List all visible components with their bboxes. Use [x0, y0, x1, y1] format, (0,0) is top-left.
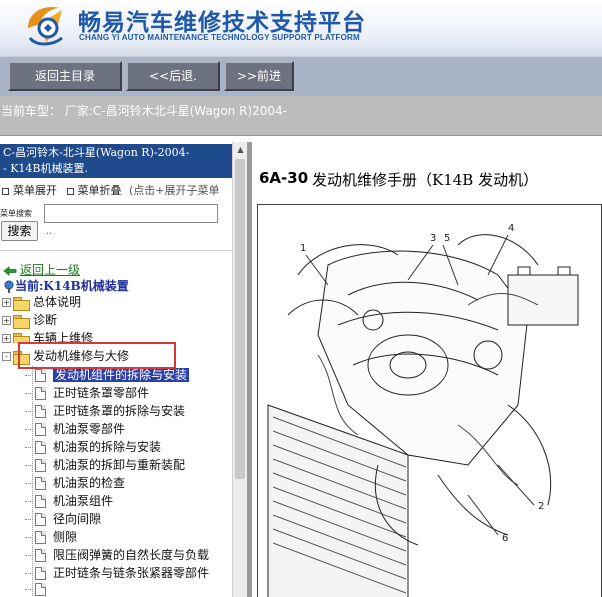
scroll-up-icon[interactable]: ▲: [233, 142, 248, 157]
document-icon: [35, 369, 46, 382]
engine-illustration: 1 2 3 4 5 6: [267, 223, 579, 597]
app-header: 畅易汽车维修技术支持平台 CHANG YI AUTO MAINTENANCE T…: [0, 0, 602, 56]
document-icon: [35, 405, 46, 418]
page-title: 发动机维修手册（K14B 发动机）: [312, 171, 539, 189]
tree-folder[interactable]: + 车辆上维修: [2, 329, 93, 343]
tree-item[interactable]: 正时链条罩的拆除与安装: [25, 402, 185, 420]
engine-diagram: 1 2 3 4 5 6: [257, 204, 602, 597]
expand-toggle-icon[interactable]: +: [2, 334, 11, 343]
brand-logo-icon: [28, 6, 63, 46]
tree-item[interactable]: [25, 582, 53, 597]
callout-2: 2: [538, 501, 544, 512]
document-icon: [35, 583, 46, 596]
page-number: 6A-30: [259, 169, 309, 187]
tree-item[interactable]: 径向间隙: [25, 510, 101, 528]
tree-item[interactable]: 机油泵组件: [25, 492, 113, 510]
callout-4: 4: [508, 223, 514, 234]
tree-folder[interactable]: + 总体说明: [2, 293, 81, 311]
tree-item[interactable]: 机油泵的拆卸与重新装配: [25, 456, 185, 474]
tree-item[interactable]: 限压阀弹簧的自然长度与负载: [25, 546, 209, 564]
back-button[interactable]: <<后退.: [126, 61, 220, 91]
document-icon: [35, 477, 46, 490]
expand-checkbox-icon: [2, 187, 9, 195]
document-icon: [35, 495, 46, 508]
menu-controls: 菜单展开 菜单折叠 (点击+展开子菜单: [0, 182, 232, 198]
brand-subtitle: CHANG YI AUTO MAINTENANCE TECHNOLOGY SUP…: [79, 33, 360, 42]
tree-item[interactable]: 正时链条罩零部件: [25, 384, 149, 402]
callout-5: 5: [444, 233, 450, 244]
search-label: 菜单搜索: [0, 209, 32, 218]
search-dots: ..: [46, 226, 53, 237]
model-header: C-昌河铃木-北斗星(Wagon R)-2004- - K14B机械装置.: [0, 144, 232, 178]
tree-folder[interactable]: + 诊断: [2, 311, 57, 329]
tree-item[interactable]: 机油泵的拆除与安装: [25, 438, 161, 456]
tree-item[interactable]: 正时链条与链条张紧器零部件: [25, 564, 209, 582]
brand-title: 畅易汽车维修技术支持平台: [78, 10, 366, 36]
document-icon: [35, 531, 46, 544]
tree-item[interactable]: 机油泵零部件: [25, 420, 125, 438]
search-input[interactable]: [44, 204, 218, 223]
document-icon: [35, 549, 46, 562]
current-node: 当前:K14B机械装置: [3, 277, 129, 294]
callout-1: 1: [300, 243, 306, 254]
document-icon: [35, 441, 46, 454]
document-icon: [35, 459, 46, 472]
back-up-link[interactable]: 返回上一级: [3, 261, 80, 278]
collapse-toggle-icon[interactable]: -: [2, 352, 11, 361]
tree-item[interactable]: 侧隙: [25, 528, 77, 546]
model-line-1: C-昌河铃木-北斗星(Wagon R)-2004-: [3, 146, 190, 159]
menu-hint: (点击+展开子菜单: [129, 184, 220, 197]
vehicle-bar: 当前车型： 厂家:C-昌河铃木北斗星(Wagon R)2004-: [0, 96, 602, 136]
folder-icon: [13, 296, 30, 311]
callout-6: 6: [502, 533, 508, 544]
scroll-thumb[interactable]: [235, 159, 245, 479]
folder-icon: [13, 314, 30, 329]
highlight-box: [18, 342, 176, 369]
collapse-checkbox-icon: [66, 187, 74, 195]
nav-scrollbar[interactable]: ▲: [232, 142, 247, 597]
pin-icon: [4, 280, 14, 293]
current-vehicle-label: 当前车型： 厂家:C-昌河铃木北斗星(Wagon R)2004-: [1, 104, 287, 118]
expand-toggle-icon[interactable]: +: [2, 316, 11, 325]
back-arrow-icon: [3, 265, 17, 276]
search-button[interactable]: 搜索: [1, 221, 38, 241]
model-line-2: - K14B机械装置.: [3, 162, 89, 175]
forward-button[interactable]: >>前进: [224, 61, 294, 91]
nav-tree-pane: C-昌河铃木-北斗星(Wagon R)-2004- - K14B机械装置. 菜单…: [0, 142, 232, 597]
document-pane: 6A-30 发动机维修手册（K14B 发动机） 1 2 3 4 5 6: [252, 142, 602, 597]
document-icon: [35, 387, 46, 400]
tree-item[interactable]: 机油泵的检查: [25, 474, 125, 492]
menu-collapse-control[interactable]: 菜单折叠: [65, 182, 122, 198]
divider: [0, 250, 232, 251]
callout-3: 3: [430, 233, 436, 244]
document-icon: [35, 513, 46, 526]
expand-toggle-icon[interactable]: +: [2, 298, 11, 307]
menu-expand-control[interactable]: 菜单展开: [0, 182, 57, 198]
document-icon: [35, 423, 46, 436]
document-icon: [35, 567, 46, 580]
home-button[interactable]: 返回主目录: [8, 61, 122, 91]
nav-toolbar: 返回主目录 <<后退. >>前进: [0, 56, 602, 96]
